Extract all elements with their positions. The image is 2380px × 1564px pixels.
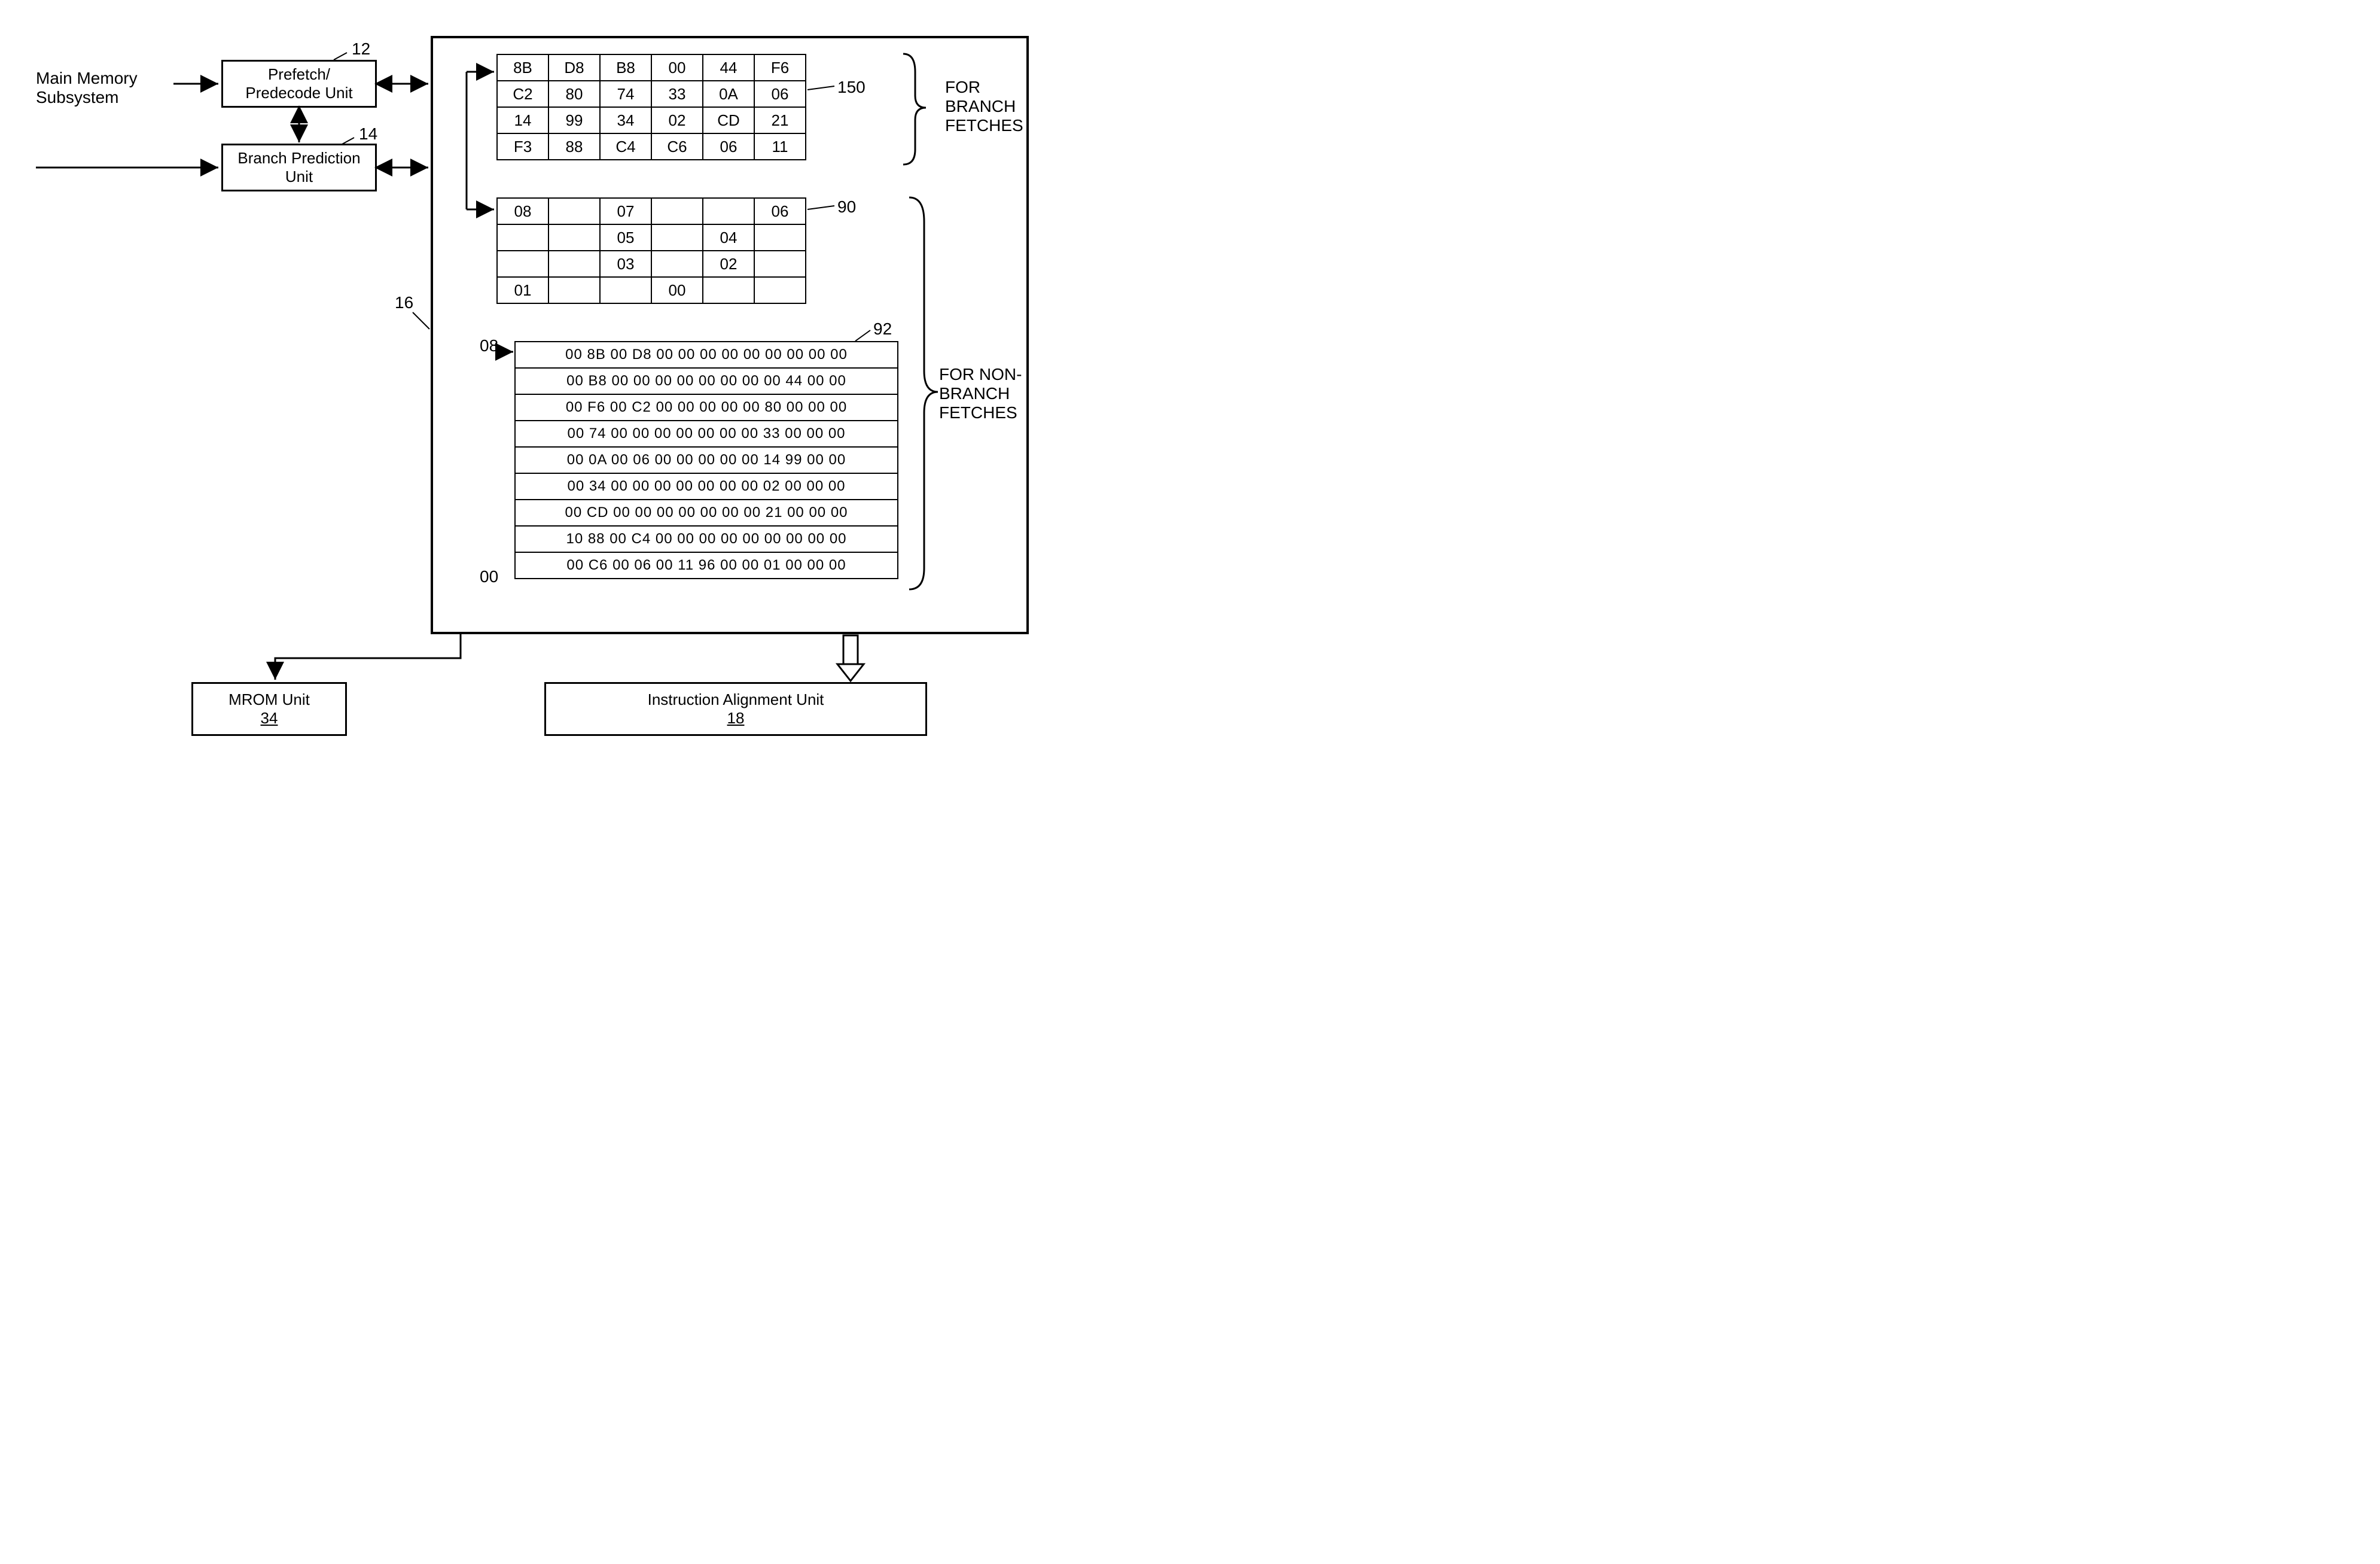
ref-08: 08 [480,336,498,355]
branch-prediction-box: Branch Prediction Unit [221,144,377,191]
ref-150: 150 [837,78,866,97]
table-row: 00 F6 00 C2 00 00 00 00 00 80 00 00 00 [515,394,898,421]
mrom-unit-box: MROM Unit 34 [191,682,347,736]
table-row: 8BD8B8 0044F6 [497,54,806,81]
ref-16: 16 [395,293,413,312]
ialign-ref: 18 [727,709,745,728]
prefetch-predecode-box: Prefetch/ Predecode Unit [221,60,377,108]
mrom-ref: 34 [261,709,278,728]
open-arrow-down [837,635,864,681]
table-row: 00 74 00 00 00 00 00 00 00 33 00 00 00 [515,421,898,447]
table-row: C28074 330A06 [497,81,806,107]
for-nonbranch-label: FOR NON- BRANCH FETCHES [939,365,1022,422]
ref-90: 90 [837,197,856,217]
table-row: 00 34 00 00 00 00 00 00 00 02 00 00 00 [515,473,898,500]
table-row: 05 04 [497,224,806,251]
ref-12: 12 [352,39,370,59]
table-row: 149934 02CD21 [497,107,806,133]
table-90: 0807 06 05 04 03 02 01 00 [496,197,806,304]
ref-14: 14 [359,124,377,144]
mrom-label: MROM Unit [228,690,310,709]
table-row: 00 8B 00 D8 00 00 00 00 00 00 00 00 00 [515,342,898,368]
instruction-alignment-box: Instruction Alignment Unit 18 [544,682,927,736]
main-memory-label: Main Memory Subsystem [36,69,167,107]
ialign-label: Instruction Alignment Unit [648,690,824,709]
table-row: 00 0A 00 06 00 00 00 00 00 14 99 00 00 [515,447,898,473]
table-row: 03 02 [497,251,806,277]
ref-92: 92 [873,320,892,339]
for-branch-label: FOR BRANCH FETCHES [945,78,1023,135]
table-row: 01 00 [497,277,806,303]
ref-00: 00 [480,567,498,586]
table-row: 00 C6 00 06 00 11 96 00 00 01 00 00 00 [515,552,898,579]
table-row: 10 88 00 C4 00 00 00 00 00 00 00 00 00 [515,526,898,552]
table-row: 00 CD 00 00 00 00 00 00 00 21 00 00 00 [515,500,898,526]
table-150: 8BD8B8 0044F6 C28074 330A06 149934 02CD2… [496,54,806,160]
table-row: F388C4 C60611 [497,133,806,160]
table-row: 0807 06 [497,198,806,224]
table-row: 00 B8 00 00 00 00 00 00 00 00 44 00 00 [515,368,898,394]
table-92: 00 8B 00 D8 00 00 00 00 00 00 00 00 00 0… [514,341,898,579]
diagram-canvas: Main Memory Subsystem Prefetch/ Predecod… [24,24,1160,766]
